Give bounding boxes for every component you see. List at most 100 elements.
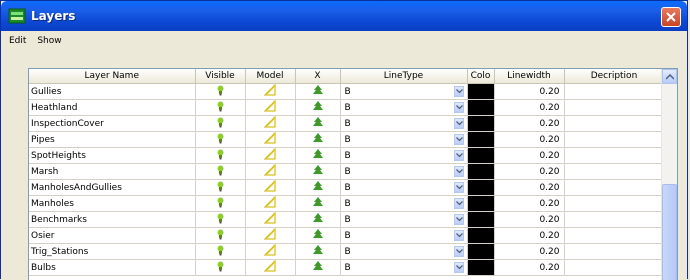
model-cell[interactable] bbox=[245, 195, 296, 212]
linetype-cell[interactable]: B bbox=[340, 99, 468, 116]
color-swatch[interactable] bbox=[467, 83, 495, 100]
linewidth-cell[interactable]: 0.20 bbox=[494, 179, 565, 196]
col-model[interactable]: Model bbox=[245, 69, 296, 84]
linetype-cell[interactable]: B bbox=[340, 83, 468, 100]
table-row[interactable]: Pipes B 0.20 bbox=[29, 131, 665, 148]
layer-name-cell[interactable]: Heathland bbox=[29, 99, 196, 116]
linetype-cell[interactable]: B bbox=[340, 243, 468, 260]
linetype-cell[interactable]: B bbox=[340, 179, 468, 196]
linewidth-cell[interactable]: 0.20 bbox=[494, 227, 565, 244]
layer-name-cell[interactable]: Osier bbox=[29, 227, 196, 244]
layer-name-cell[interactable]: Gullies bbox=[29, 83, 196, 100]
linetype-dropdown-button[interactable] bbox=[453, 262, 464, 273]
visible-cell[interactable] bbox=[195, 163, 246, 180]
table-row[interactable]: Osier B 0.20 bbox=[29, 227, 665, 244]
color-swatch[interactable] bbox=[467, 163, 495, 180]
layer-name-cell[interactable]: Marsh bbox=[29, 163, 196, 180]
layer-name-cell[interactable]: Pipes bbox=[29, 131, 196, 148]
description-cell[interactable] bbox=[564, 147, 665, 164]
layer-name-cell[interactable]: Trig_Stations bbox=[29, 243, 196, 260]
visible-cell[interactable] bbox=[195, 83, 246, 100]
linetype-cell[interactable]: B bbox=[340, 259, 468, 276]
linetype-cell[interactable]: B bbox=[340, 131, 468, 148]
x-cell[interactable] bbox=[295, 195, 341, 212]
color-swatch[interactable] bbox=[467, 147, 495, 164]
col-linewidth[interactable]: Linewidth bbox=[494, 69, 565, 84]
col-x[interactable]: X bbox=[295, 69, 341, 84]
color-swatch[interactable] bbox=[467, 195, 495, 212]
linetype-dropdown-button[interactable] bbox=[453, 166, 464, 177]
description-cell[interactable] bbox=[564, 211, 665, 228]
layer-name-cell[interactable]: Benchmarks bbox=[29, 211, 196, 228]
visible-cell[interactable] bbox=[195, 211, 246, 228]
col-layer-name[interactable]: Layer Name bbox=[29, 69, 196, 84]
col-visible[interactable]: Visible bbox=[195, 69, 246, 84]
description-cell[interactable] bbox=[564, 83, 665, 100]
table-row[interactable]: Manholes B 0.20 bbox=[29, 195, 665, 212]
linewidth-cell[interactable]: 0.20 bbox=[494, 147, 565, 164]
x-cell[interactable] bbox=[295, 259, 341, 276]
visible-cell[interactable] bbox=[195, 131, 246, 148]
linetype-dropdown-button[interactable] bbox=[453, 230, 464, 241]
color-swatch[interactable] bbox=[467, 259, 495, 276]
layer-name-cell[interactable]: Bulbs bbox=[29, 259, 196, 276]
col-color[interactable]: Colo bbox=[467, 69, 495, 84]
description-cell[interactable] bbox=[564, 131, 665, 148]
table-row[interactable]: Bulbs B 0.20 bbox=[29, 259, 665, 276]
linewidth-cell[interactable]: 0.20 bbox=[494, 115, 565, 132]
visible-cell[interactable] bbox=[195, 243, 246, 260]
col-linetype[interactable]: LineType bbox=[340, 69, 468, 84]
x-cell[interactable] bbox=[295, 163, 341, 180]
description-cell[interactable] bbox=[564, 195, 665, 212]
layer-name-cell[interactable]: ManholesAndGullies bbox=[29, 179, 196, 196]
description-cell[interactable] bbox=[564, 179, 665, 196]
linetype-dropdown-button[interactable] bbox=[453, 198, 464, 209]
model-cell[interactable] bbox=[245, 211, 296, 228]
x-cell[interactable] bbox=[295, 243, 341, 260]
menu-edit[interactable]: Edit bbox=[5, 34, 30, 48]
x-cell[interactable] bbox=[295, 211, 341, 228]
linetype-cell[interactable]: B bbox=[340, 147, 468, 164]
linewidth-cell[interactable]: 0.20 bbox=[494, 195, 565, 212]
x-cell[interactable] bbox=[295, 99, 341, 116]
visible-cell[interactable] bbox=[195, 99, 246, 116]
table-row[interactable]: SpotHeights B 0.20 bbox=[29, 147, 665, 164]
linetype-dropdown-button[interactable] bbox=[453, 134, 464, 145]
visible-cell[interactable] bbox=[195, 195, 246, 212]
x-cell[interactable] bbox=[295, 115, 341, 132]
visible-cell[interactable] bbox=[195, 259, 246, 276]
x-cell[interactable] bbox=[295, 179, 341, 196]
linewidth-cell[interactable]: 0.20 bbox=[494, 259, 565, 276]
table-row[interactable]: Gullies B 0.20 bbox=[29, 83, 665, 100]
model-cell[interactable] bbox=[245, 243, 296, 260]
layer-name-cell[interactable]: InspectionCover bbox=[29, 115, 196, 132]
linetype-cell[interactable]: B bbox=[340, 195, 468, 212]
linetype-cell[interactable]: B bbox=[340, 211, 468, 228]
description-cell[interactable] bbox=[564, 227, 665, 244]
visible-cell[interactable] bbox=[195, 147, 246, 164]
model-cell[interactable] bbox=[245, 227, 296, 244]
layer-name-cell[interactable]: Manholes bbox=[29, 195, 196, 212]
model-cell[interactable] bbox=[245, 179, 296, 196]
linetype-dropdown-button[interactable] bbox=[453, 182, 464, 193]
linetype-cell[interactable]: B bbox=[340, 163, 468, 180]
linetype-dropdown-button[interactable] bbox=[453, 86, 464, 97]
linetype-dropdown-button[interactable] bbox=[453, 118, 464, 129]
description-cell[interactable] bbox=[564, 243, 665, 260]
visible-cell[interactable] bbox=[195, 227, 246, 244]
visible-cell[interactable] bbox=[195, 115, 246, 132]
linetype-cell[interactable]: B bbox=[340, 227, 468, 244]
color-swatch[interactable] bbox=[467, 211, 495, 228]
linewidth-cell[interactable]: 0.20 bbox=[494, 243, 565, 260]
x-cell[interactable] bbox=[295, 227, 341, 244]
linetype-dropdown-button[interactable] bbox=[453, 246, 464, 257]
linewidth-cell[interactable]: 0.20 bbox=[494, 211, 565, 228]
visible-cell[interactable] bbox=[195, 179, 246, 196]
color-swatch[interactable] bbox=[467, 115, 495, 132]
col-description[interactable]: Decription bbox=[564, 69, 665, 84]
color-swatch[interactable] bbox=[467, 179, 495, 196]
model-cell[interactable] bbox=[245, 163, 296, 180]
table-row[interactable]: Benchmarks B 0.20 bbox=[29, 211, 665, 228]
table-row[interactable]: Marsh B 0.20 bbox=[29, 163, 665, 180]
table-row[interactable]: Heathland B 0.20 bbox=[29, 99, 665, 116]
